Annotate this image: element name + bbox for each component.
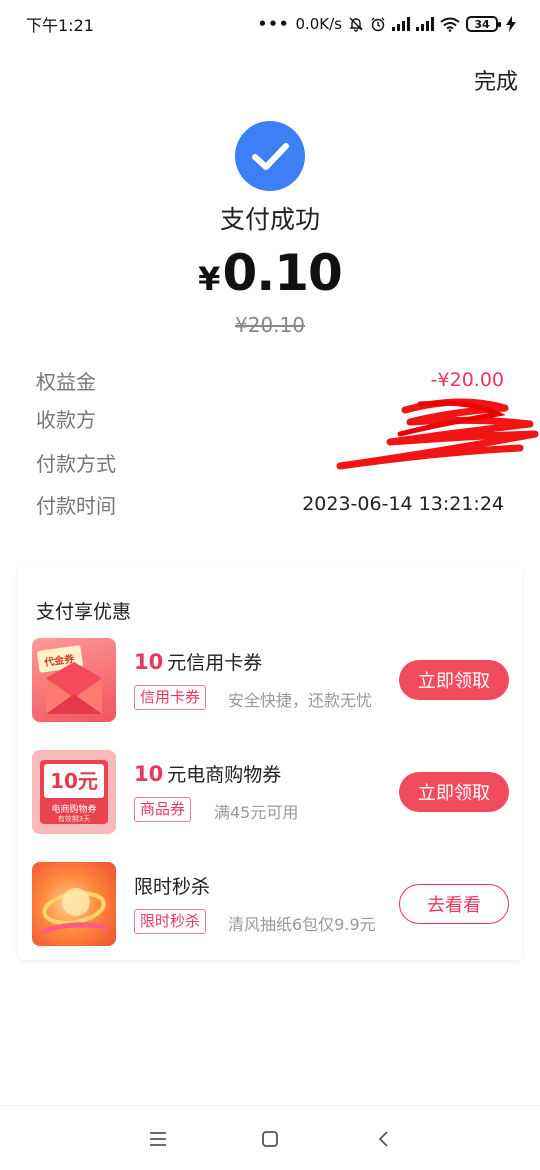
wifi-icon [440, 17, 460, 32]
promo-amount: 10 [134, 762, 164, 786]
redaction-scribble [336, 398, 539, 470]
coupon-envelope-image: 代金券 [32, 638, 116, 722]
promo-tag: 信用卡券 [134, 685, 207, 710]
promo-desc: 满45元可用 [214, 803, 299, 822]
thumb-sub: 有效期3天 [57, 815, 91, 823]
shopping-coupon-image: 10元 电商购物券 有效期3天 [32, 750, 116, 834]
promo-tag: 商品券 [134, 797, 192, 822]
promo-tag: 限时秒杀 [134, 909, 207, 934]
thumb-amount: 10元 [50, 769, 98, 793]
promo-item-title: 10 元信用卡券 [134, 648, 262, 675]
promo-title: 支付享优惠 [36, 601, 132, 623]
promo-item-shopping: 10元 电商购物券 有效期3天 10 元电商购物券 商品券 满45元可用 立即领取 [32, 750, 512, 834]
status-time: 下午1:21 [26, 16, 94, 35]
promo-item-credit-card: 代金券 10 元信用卡券 信用卡券 安全快捷，还款无忧 立即领取 [32, 638, 512, 722]
battery-icon: 34 [466, 16, 501, 32]
signal-icon [416, 17, 434, 31]
promo-item-title: 10 元电商购物券 [134, 760, 281, 787]
check-circle-icon [235, 121, 305, 191]
promo-desc: 清风抽纸6包仅9.9元 [228, 915, 376, 934]
status-icons: ••• 0.0K/s 34 [258, 15, 518, 33]
promo-desc: 安全快捷，还款无忧 [228, 691, 373, 710]
promo-item-flash-sale: 限时秒杀 限时秒杀 清风抽纸6包仅9.9元 去看看 [32, 862, 512, 946]
detail-value: -¥20.00 [430, 369, 504, 391]
success-title: 支付成功 [219, 205, 320, 234]
promo-card: 支付享优惠 代金券 10 元信用卡券 信用卡券 安全快捷，还款无忧 立即领取 10… [18, 566, 522, 960]
bell-off-icon [349, 17, 363, 32]
promo-amount: 10 [134, 650, 164, 674]
net-speed: 0.0K/s [295, 15, 342, 33]
detail-label: 付款时间 [36, 493, 116, 518]
promo-title-text: 元信用卡券 [167, 652, 263, 674]
menu-icon[interactable] [145, 1126, 171, 1152]
signal-icon [392, 17, 410, 31]
promo-title-text: 元电商购物券 [167, 764, 282, 786]
status-bar: 下午1:21 ••• 0.0K/s 34 [0, 0, 540, 48]
detail-value: 2023-06-14 13:21:24 [302, 493, 504, 515]
paid-amount: ¥0.10 [0, 244, 540, 302]
detail-label: 付款方式 [36, 451, 116, 476]
dots-icon: ••• [257, 15, 290, 33]
original-amount: ¥20.10 [235, 313, 305, 337]
system-nav-bar [0, 1105, 540, 1170]
back-icon[interactable] [371, 1126, 397, 1152]
promo-item-title: 限时秒杀 [134, 876, 211, 898]
claim-button[interactable]: 立即领取 [399, 660, 509, 700]
alarm-icon [371, 17, 385, 32]
charging-icon [506, 16, 516, 32]
currency-symbol: ¥ [198, 260, 221, 298]
detail-label: 收款方 [36, 407, 96, 432]
amount-value: 0.10 [222, 244, 342, 302]
flash-sale-image [32, 862, 116, 946]
home-square-icon[interactable] [257, 1126, 283, 1152]
done-button[interactable]: 完成 [474, 64, 518, 96]
claim-button[interactable]: 立即领取 [399, 772, 509, 812]
detail-row-time: 付款时间 2023-06-14 13:21:24 [36, 488, 504, 520]
view-button[interactable]: 去看看 [399, 884, 509, 924]
detail-label: 权益金 [36, 369, 96, 394]
